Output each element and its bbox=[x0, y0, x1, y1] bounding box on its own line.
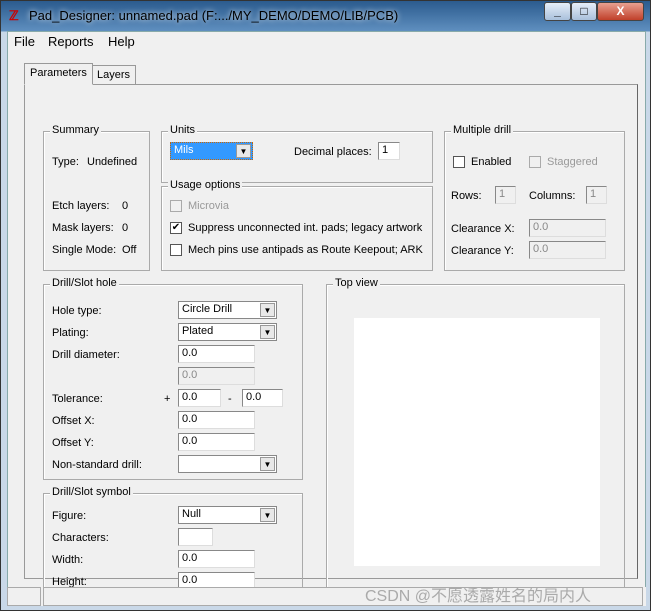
drill-diameter-secondary-input[interactable]: 0.0 bbox=[178, 367, 255, 385]
status-pane-1 bbox=[7, 587, 41, 606]
staggered-checkbox[interactable] bbox=[529, 156, 541, 168]
plating-value: Plated bbox=[182, 325, 214, 337]
columns-input[interactable]: 1 bbox=[586, 186, 607, 204]
tab-layers[interactable]: Layers bbox=[91, 65, 137, 85]
app-window: ℤ Pad_Designer: unnamed.pad (F:.../MY_DE… bbox=[0, 0, 651, 611]
summary-label: Summary bbox=[50, 124, 102, 136]
mask-value: 0 bbox=[122, 222, 129, 234]
width-label: Width: bbox=[52, 554, 84, 566]
width-input[interactable]: 0.0 bbox=[178, 550, 255, 568]
decimal-places-input[interactable]: 1 bbox=[378, 142, 400, 160]
characters-input[interactable] bbox=[178, 528, 213, 546]
window-title: Pad_Designer: unnamed.pad (F:.../MY_DEMO… bbox=[29, 8, 399, 23]
title-bar[interactable]: ℤ Pad_Designer: unnamed.pad (F:.../MY_DE… bbox=[1, 1, 651, 31]
minimize-button[interactable]: _ bbox=[544, 2, 571, 21]
tolerance-minus-input[interactable]: 0.0 bbox=[242, 389, 283, 407]
client-area: File Reports Help Parameters Layers Summ… bbox=[7, 31, 646, 606]
clearance-x-label: Clearance X: bbox=[451, 223, 515, 235]
top-view-canvas bbox=[354, 318, 600, 566]
clearance-y-label: Clearance Y: bbox=[451, 245, 514, 257]
tolerance-minus-sign: - bbox=[228, 393, 232, 405]
close-button[interactable]: X bbox=[597, 2, 644, 21]
type-value: Undefined bbox=[87, 156, 138, 168]
drill-slot-hole-label: Drill/Slot hole bbox=[50, 277, 119, 289]
single-label: Single Mode: bbox=[52, 244, 117, 256]
rows-input[interactable]: 1 bbox=[495, 186, 516, 204]
type-label: Type: bbox=[52, 156, 79, 168]
drill-diameter-label: Drill diameter: bbox=[52, 349, 120, 361]
hole-type-label: Hole type: bbox=[52, 305, 102, 317]
plating-label: Plating: bbox=[52, 327, 89, 339]
suppress-checkbox[interactable]: ✔ bbox=[170, 222, 182, 234]
non-standard-drill-label: Non-standard drill: bbox=[52, 459, 142, 471]
units-group: Units Mils ▼ Decimal places: 1 bbox=[161, 124, 433, 183]
suppress-label: Suppress unconnected int. pads; legacy a… bbox=[188, 222, 423, 234]
drill-slot-symbol-group: Drill/Slot symbol Figure: Null ▼ Characte… bbox=[43, 486, 303, 601]
multiple-drill-group: Multiple drill Enabled Staggered Rows: 1… bbox=[444, 124, 625, 271]
clearance-x-input[interactable]: 0.0 bbox=[529, 219, 606, 237]
staggered-label: Staggered bbox=[547, 156, 598, 168]
chevron-down-icon[interactable]: ▼ bbox=[260, 457, 275, 471]
offset-x-input[interactable]: 0.0 bbox=[178, 411, 255, 429]
top-view-label: Top view bbox=[333, 277, 380, 289]
tolerance-plus-input[interactable]: 0.0 bbox=[178, 389, 221, 407]
decimal-label: Decimal places: bbox=[294, 146, 372, 158]
hole-type-value: Circle Drill bbox=[182, 303, 233, 315]
plating-select[interactable]: Plated ▼ bbox=[178, 323, 277, 341]
figure-value: Null bbox=[182, 508, 201, 520]
chevron-down-icon[interactable]: ▼ bbox=[260, 508, 275, 522]
etch-value: 0 bbox=[122, 200, 129, 212]
microvia-label: Microvia bbox=[188, 200, 229, 212]
top-view-group: Top view bbox=[326, 277, 625, 601]
usage-group: Usage options Microvia ✔ Suppress unconn… bbox=[161, 179, 433, 271]
chevron-down-icon[interactable]: ▼ bbox=[260, 325, 275, 339]
columns-label: Columns: bbox=[529, 190, 576, 202]
offset-y-input[interactable]: 0.0 bbox=[178, 433, 255, 451]
tab-parameters[interactable]: Parameters bbox=[24, 63, 93, 85]
drill-slot-hole-group: Drill/Slot hole Hole type: Circle Drill ▼… bbox=[43, 277, 303, 480]
units-value: Mils bbox=[174, 144, 194, 156]
chevron-down-icon[interactable]: ▼ bbox=[260, 303, 275, 317]
figure-select[interactable]: Null ▼ bbox=[178, 506, 277, 524]
non-standard-drill-select[interactable]: ▼ bbox=[178, 455, 277, 473]
menu-help[interactable]: Help bbox=[108, 34, 135, 49]
mech-pins-label: Mech pins use antipads as Route Keepout;… bbox=[188, 244, 423, 256]
single-value: Off bbox=[122, 244, 137, 256]
drill-slot-symbol-label: Drill/Slot symbol bbox=[50, 486, 133, 498]
parameters-panel: Summary Type: Undefined Etch layers: 0 M… bbox=[24, 84, 638, 601]
offset-x-label: Offset X: bbox=[52, 415, 95, 427]
menu-file[interactable]: File bbox=[14, 34, 35, 49]
microvia-checkbox[interactable] bbox=[170, 200, 182, 212]
mask-label: Mask layers: bbox=[52, 222, 114, 234]
maximize-button[interactable]: □ bbox=[571, 2, 597, 21]
tolerance-plus-sign: + bbox=[164, 393, 171, 405]
characters-label: Characters: bbox=[52, 532, 109, 544]
hole-type-select[interactable]: Circle Drill ▼ bbox=[178, 301, 277, 319]
etch-label: Etch layers: bbox=[52, 200, 110, 212]
app-icon: ℤ bbox=[9, 8, 19, 23]
usage-label: Usage options bbox=[168, 179, 243, 191]
multiple-drill-label: Multiple drill bbox=[451, 124, 514, 136]
chevron-down-icon[interactable]: ▼ bbox=[236, 144, 251, 158]
figure-label: Figure: bbox=[52, 510, 87, 522]
summary-group: Summary Type: Undefined Etch layers: 0 M… bbox=[43, 124, 150, 271]
tolerance-label: Tolerance: bbox=[52, 393, 103, 405]
offset-y-label: Offset Y: bbox=[52, 437, 94, 449]
enabled-checkbox[interactable] bbox=[453, 156, 465, 168]
units-label: Units bbox=[168, 124, 198, 136]
menu-reports[interactable]: Reports bbox=[48, 34, 94, 49]
drill-diameter-input[interactable]: 0.0 bbox=[178, 345, 255, 363]
units-select[interactable]: Mils ▼ bbox=[170, 142, 253, 160]
mech-pins-checkbox[interactable] bbox=[170, 244, 182, 256]
clearance-y-input[interactable]: 0.0 bbox=[529, 241, 606, 259]
rows-label: Rows: bbox=[451, 190, 482, 202]
watermark: CSDN @不愿透露姓名的局内人 bbox=[365, 588, 592, 605]
enabled-label: Enabled bbox=[471, 156, 512, 168]
